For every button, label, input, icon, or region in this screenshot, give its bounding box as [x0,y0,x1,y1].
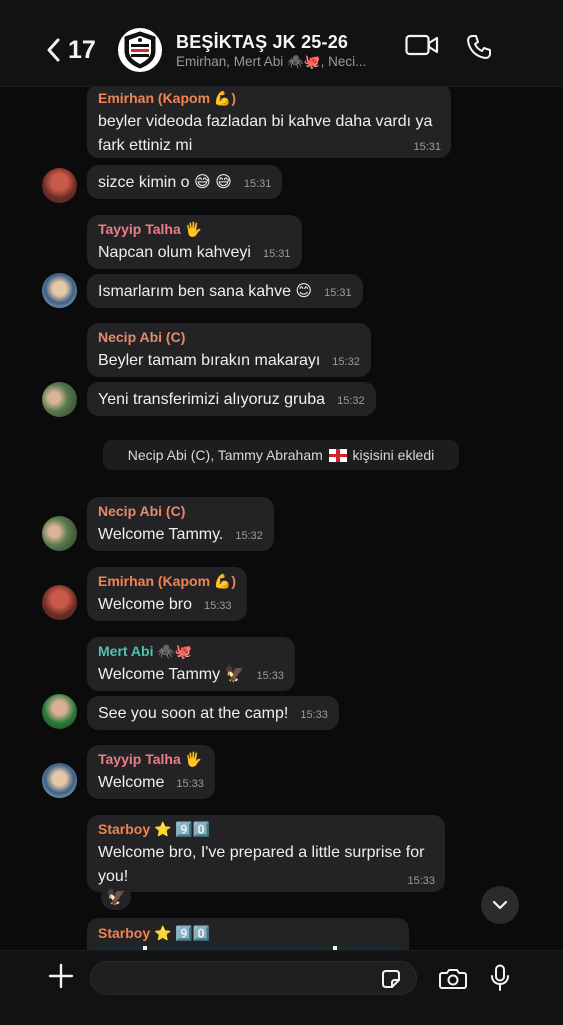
composer-bar [0,950,563,1025]
sender-name[interactable]: Necip Abi (C) [98,503,263,520]
camera-button[interactable] [439,967,467,994]
message-time: 15:31 [413,141,441,153]
avatar-emirhan[interactable] [42,168,77,203]
message-list[interactable]: Emirhan (Kapom 💪) beyler videoda fazlada… [0,86,563,950]
message-bubble[interactable]: Yeni transferimizi alıyoruz gruba 15:32 [87,382,376,416]
message-text: Welcome bro, I've prepared a little surp… [98,844,425,885]
sticker-icon [382,970,400,988]
message-bubble[interactable]: Mert Abi 🕷️🐙 Welcome Tammy 🦅 15:33 [87,637,295,691]
sender-name[interactable]: Mert Abi 🕷️🐙 [98,643,284,660]
message-time: 15:31 [243,178,272,190]
message-text: See you soon at the camp! [98,705,289,722]
message-time: 15:31 [324,287,352,299]
message-text: beyler videoda fazladan bi kahve daha va… [98,113,433,154]
message-time: 15:33 [176,778,204,790]
plus-icon [48,963,74,989]
message-bubble[interactable]: Starboy ⭐ 9️⃣0️⃣ Welcome bro, I've prepa… [87,815,445,892]
group-members-preview[interactable]: Emirhan, Mert Abi 🕷️🐙, Neci... [176,54,396,70]
sender-name[interactable]: Emirhan (Kapom 💪) [98,90,440,107]
video-camera-icon [405,34,439,56]
scroll-to-bottom-button[interactable] [481,886,519,924]
system-text-suffix: kişisini ekledi [352,447,435,463]
message-text: Welcome Tammy 🦅 [98,666,245,683]
sticker-button[interactable] [380,968,402,995]
chevron-left-icon [47,38,60,62]
message-text: Welcome [98,774,165,791]
sender-name[interactable]: Tayyip Talha 🖐 [98,221,291,238]
microphone-icon [491,964,509,991]
avatar-mert[interactable] [42,694,77,729]
voice-call-button[interactable] [466,34,492,65]
system-message: Necip Abi (C), Tammy Abraham kişisini ek… [103,440,459,470]
sender-name[interactable]: Necip Abi (C) [98,329,360,346]
message-time: 15:33 [203,600,232,612]
message-bubble[interactable]: Necip Abi (C) Welcome Tammy. 15:32 [87,497,274,551]
message-bubble[interactable]: Emirhan (Kapom 💪) beyler videoda fazlada… [87,86,451,158]
message-text: Welcome bro [98,596,192,613]
message-time: 15:32 [235,530,263,542]
message-reaction[interactable]: 🦅 [101,884,131,910]
message-bubble-partial[interactable]: Starboy ⭐ 9️⃣0️⃣ [87,918,409,950]
message-input[interactable] [90,961,417,995]
message-time: 15:32 [337,395,365,407]
group-title[interactable]: BEŞİKTAŞ JK 25-26 [176,32,348,53]
besiktas-crest-icon [124,31,156,69]
avatar-necip[interactable] [42,382,77,417]
message-text: Ismarlarım ben sana kahve 😊 [98,283,313,300]
message-bubble[interactable]: See you soon at the camp! 15:33 [87,696,339,730]
message-text: Beyler tamam bırakın makarayı [98,352,321,369]
message-time: 15:33 [407,875,435,887]
message-bubble[interactable]: Ismarlarım ben sana kahve 😊 15:31 [87,274,363,308]
sender-name[interactable]: Emirhan (Kapom 💪) [98,573,236,590]
message-text: Welcome Tammy. [98,526,224,543]
message-time: 15:32 [332,356,360,368]
message-time: 15:33 [256,670,284,682]
message-bubble[interactable]: Necip Abi (C) Beyler tamam bırakın makar… [87,323,371,377]
phone-icon [467,35,491,59]
system-text: Necip Abi (C), Tammy Abraham [127,447,323,463]
voice-message-button[interactable] [490,964,510,997]
message-text: sizce kimin o 😅 😅 [98,174,232,191]
video-call-button[interactable] [405,34,439,61]
avatar-necip[interactable] [42,516,77,551]
attach-button[interactable] [48,963,74,994]
sender-name[interactable]: Starboy ⭐ 9️⃣0️⃣ [98,925,210,942]
message-time: 15:33 [300,709,328,721]
chevron-down-icon [492,900,508,910]
message-text: Yeni transferimizi alıyoruz gruba [98,391,326,408]
message-bubble[interactable]: Emirhan (Kapom 💪) Welcome bro 15:33 [87,567,247,621]
sender-name[interactable]: Starboy ⭐ 9️⃣0️⃣ [98,821,434,838]
message-bubble[interactable]: Tayyip Talha 🖐 Welcome 15:33 [87,745,215,799]
sender-name[interactable]: Tayyip Talha 🖐 [98,751,204,768]
message-time: 15:31 [262,248,291,260]
avatar-tayyip[interactable] [42,763,77,798]
chat-header: 17 BEŞİKTAŞ JK 25-26 Emirhan, Mert Abi 🕷… [0,0,563,87]
group-avatar[interactable] [118,28,162,72]
avatar-tayyip[interactable] [42,273,77,308]
camera-icon [439,969,467,989]
unread-count: 17 [68,35,96,64]
back-button[interactable]: 17 [46,33,96,67]
england-flag-icon [328,449,347,462]
message-text: Napcan olum kahveyi [98,244,251,261]
message-bubble[interactable]: Tayyip Talha 🖐 Napcan olum kahveyi 15:31 [87,215,302,269]
message-bubble[interactable]: sizce kimin o 😅 😅 15:31 [87,165,283,199]
avatar-emirhan[interactable] [42,585,77,620]
